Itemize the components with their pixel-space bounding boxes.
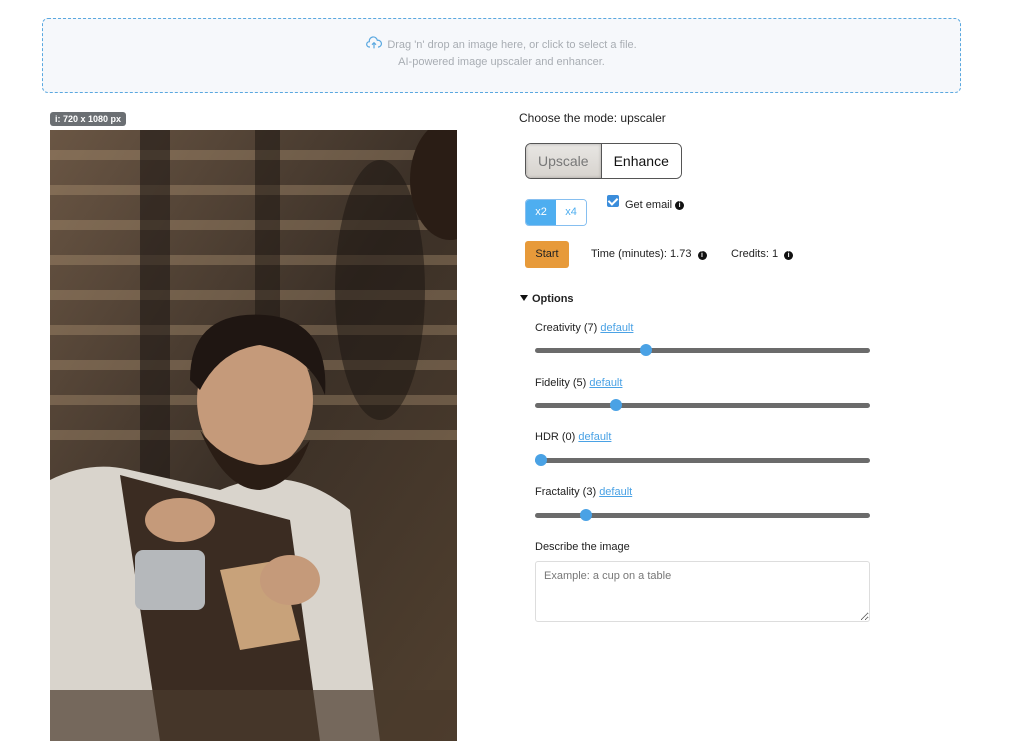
hdr-label: HDR (0) default bbox=[535, 431, 611, 443]
image-size-badge: i: 720 x 1080 px bbox=[50, 112, 127, 126]
info-icon[interactable]: i bbox=[784, 251, 794, 260]
dropzone-subtext: AI-powered image upscaler and enhancer. bbox=[398, 56, 605, 68]
fractality-slider[interactable] bbox=[535, 509, 870, 521]
scale-x2-button[interactable]: x2 bbox=[526, 200, 556, 225]
dropzone-text: Drag 'n' drop an image here, or click to… bbox=[387, 39, 637, 51]
fractality-default-link[interactable]: default bbox=[599, 486, 632, 498]
image-dropzone[interactable]: Drag 'n' drop an image here, or click to… bbox=[42, 18, 961, 93]
mode-title: Choose the mode: upscaler bbox=[519, 111, 666, 125]
uploaded-photo bbox=[50, 130, 457, 741]
creativity-slider-thumb[interactable] bbox=[640, 344, 652, 356]
fidelity-label: Fidelity (5) default bbox=[535, 377, 622, 389]
fractality-label-text: Fractality (3) bbox=[535, 486, 597, 498]
creativity-default-link[interactable]: default bbox=[600, 322, 633, 334]
creativity-label-text: Creativity (7) bbox=[535, 322, 598, 334]
scale-toggle: x2 x4 bbox=[525, 199, 587, 226]
fidelity-slider-thumb[interactable] bbox=[610, 399, 622, 411]
caret-down-icon bbox=[520, 295, 528, 301]
fractality-label: Fractality (3) default bbox=[535, 486, 632, 498]
credits-info: Credits: 1 i bbox=[731, 248, 794, 260]
info-icon[interactable]: i bbox=[675, 200, 685, 210]
dropzone-line1-row: Drag 'n' drop an image here, or click to… bbox=[43, 36, 960, 54]
creativity-label: Creativity (7) default bbox=[535, 322, 633, 334]
describe-textarea[interactable] bbox=[535, 561, 870, 622]
enhance-mode-button[interactable]: Enhance bbox=[601, 144, 681, 178]
barista-photo bbox=[50, 130, 457, 741]
credits-label: Credits: 1 bbox=[731, 248, 779, 260]
hdr-slider[interactable] bbox=[535, 454, 870, 466]
time-label: Time (minutes): 1.73 bbox=[591, 248, 692, 260]
scale-x4-button[interactable]: x4 bbox=[556, 200, 586, 225]
mode-toggle: Upscale Enhance bbox=[525, 143, 682, 179]
options-title: Options bbox=[532, 293, 574, 305]
start-button[interactable]: Start bbox=[525, 241, 569, 268]
fidelity-slider[interactable] bbox=[535, 399, 870, 411]
hdr-default-link[interactable]: default bbox=[578, 431, 611, 443]
fidelity-default-link[interactable]: default bbox=[589, 377, 622, 389]
creativity-slider[interactable] bbox=[535, 344, 870, 356]
fidelity-label-text: Fidelity (5) bbox=[535, 377, 587, 389]
options-toggle[interactable]: Options bbox=[520, 293, 574, 305]
hdr-slider-thumb[interactable] bbox=[535, 454, 547, 466]
get-email-checkbox[interactable] bbox=[607, 195, 619, 207]
get-email-label: Get email bbox=[625, 199, 673, 211]
hdr-label-text: HDR (0) bbox=[535, 431, 576, 443]
get-email-option: Get email i bbox=[607, 195, 685, 211]
info-icon[interactable]: i bbox=[697, 251, 707, 260]
upscale-mode-button[interactable]: Upscale bbox=[526, 144, 602, 178]
fractality-slider-thumb[interactable] bbox=[580, 509, 592, 521]
describe-label: Describe the image bbox=[535, 541, 630, 553]
cloud-upload-icon bbox=[366, 36, 383, 49]
time-estimate: Time (minutes): 1.73 i bbox=[591, 248, 707, 260]
